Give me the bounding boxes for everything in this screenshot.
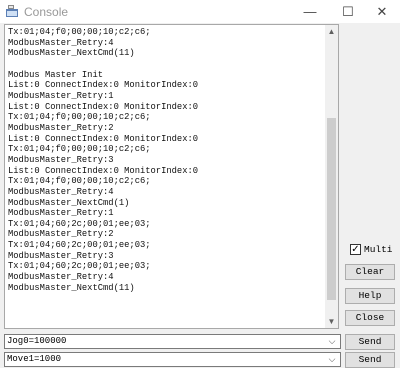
send-button-2[interactable]: Send [345,352,395,368]
multi-checkbox-group[interactable]: ✓ Multi [350,244,396,258]
console-app-icon [6,5,18,17]
send-button-1[interactable]: Send [345,334,395,350]
vertical-scrollbar[interactable]: ▲ ▼ [325,25,338,328]
chevron-down-icon[interactable]: ⌵ [326,335,338,348]
command-input-1[interactable]: Jog0=100000 ⌵ [4,334,341,349]
multi-checkbox[interactable]: ✓ [350,244,361,255]
scroll-up-icon[interactable]: ▲ [325,25,338,38]
command-input-1-value: Jog0=100000 [7,336,67,346]
help-button[interactable]: Help [345,288,395,304]
window-title: Console [24,5,69,19]
close-button[interactable]: Close [345,310,395,326]
multi-label: Multi [364,244,393,255]
minimize-button[interactable]: — [292,0,328,23]
console-output[interactable]: Tx:01;04;f0;00;00;10;c2;c6; ModbusMaster… [4,24,339,329]
command-input-2[interactable]: Move1=1000 ⌵ [4,352,341,367]
scroll-down-icon[interactable]: ▼ [325,315,338,328]
chevron-down-icon[interactable]: ⌵ [326,353,338,366]
command-input-2-value: Move1=1000 [7,354,62,364]
clear-button[interactable]: Clear [345,264,395,280]
console-log-text: Tx:01;04;f0;00;00;10;c2;c6; ModbusMaster… [8,27,199,293]
title-bar: Console — ☐ ✕ [0,0,400,23]
close-window-button[interactable]: ✕ [364,0,400,23]
maximize-button[interactable]: ☐ [330,0,366,23]
scrollbar-thumb[interactable] [327,118,336,300]
